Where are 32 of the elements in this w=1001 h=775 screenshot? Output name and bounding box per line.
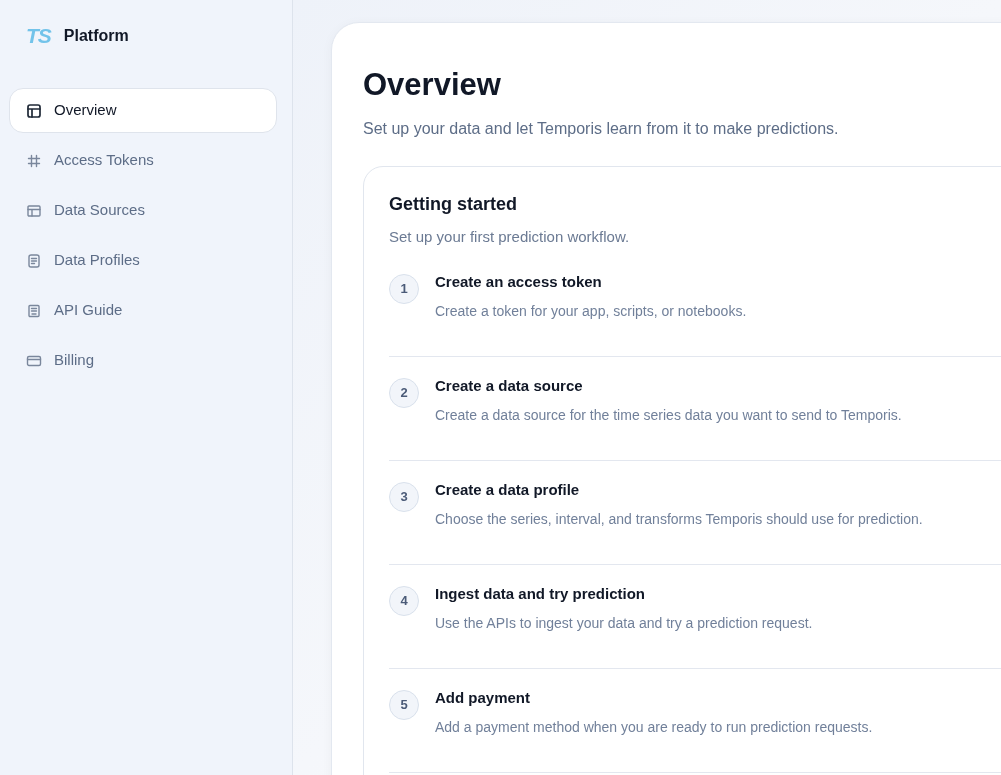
step-number: 5 — [389, 690, 419, 720]
step-title: Add payment — [435, 688, 531, 708]
page-title: Overview — [363, 67, 502, 103]
step-description: Choose the series, interval, and transforms Temporis should use for prediction. — [435, 510, 923, 529]
step-title: Ingest data and try prediction — [435, 584, 647, 604]
table-icon — [26, 202, 42, 219]
page-subtitle: Set up your data and let Temporis learn from it to make predictions. — [363, 119, 840, 139]
guide-icon — [26, 302, 42, 319]
step-description: Create a data source for the time series data you want to send to Temporis. — [435, 406, 902, 425]
card-title: Getting started — [389, 193, 518, 216]
brand-logo: TS — [26, 24, 51, 48]
sidebar-item[interactable]: Data Profiles — [9, 238, 277, 283]
step-number: 1 — [389, 274, 419, 304]
step-number: 4 — [389, 586, 419, 616]
step-title: Create an access token — [435, 272, 603, 292]
sidebar-item[interactable]: Data Sources — [9, 188, 277, 233]
sidebar-item[interactable]: Billing — [9, 338, 277, 383]
step-number: 3 — [389, 482, 419, 512]
step-description: Create a token for your app, scripts, or notebooks. — [435, 302, 747, 321]
sidebar-item[interactable]: Overview — [9, 88, 277, 133]
hash-icon — [26, 152, 42, 169]
sidebar-item[interactable]: Access Tokens — [9, 138, 277, 183]
layout-icon — [26, 102, 42, 119]
step-description: Use the APIs to ingest your data and try a prediction request. — [435, 614, 813, 633]
document-icon — [26, 252, 42, 269]
brand-name: Platform — [63, 26, 129, 46]
step-title: Create a data profile — [435, 480, 581, 500]
step-number: 2 — [389, 378, 419, 408]
sidebar-item[interactable]: API Guide — [9, 288, 277, 333]
step-description: Add a payment method when you are ready to run prediction requests. — [435, 718, 873, 737]
step-title: Create a data source — [435, 376, 584, 396]
card-subtitle: Set up your first prediction workflow. — [389, 227, 631, 247]
